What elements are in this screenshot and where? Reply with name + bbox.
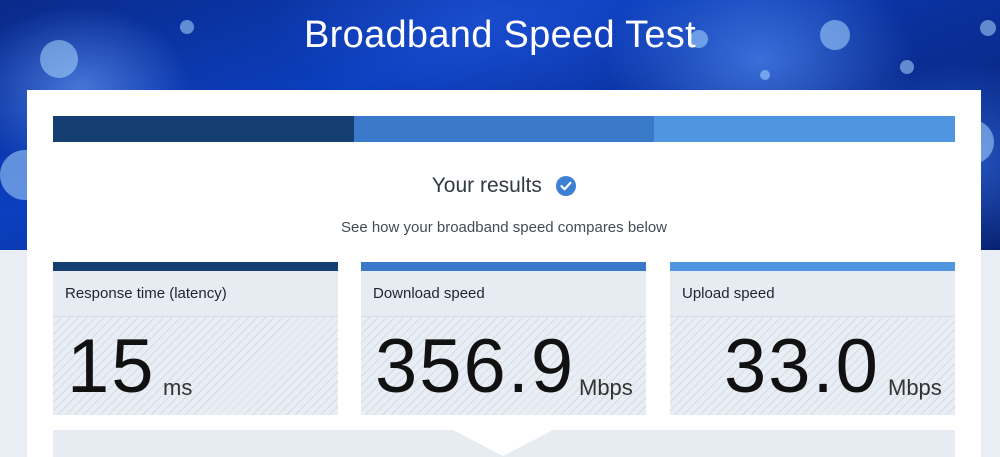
metric-label: Upload speed: [670, 271, 955, 317]
progress-segment-download: [353, 116, 655, 142]
metric-unit: ms: [163, 375, 193, 400]
metric-value: 15: [67, 324, 156, 409]
metric-color-bar: [670, 262, 955, 271]
metric-label: Download speed: [361, 271, 646, 317]
progress-segment-upload: [654, 116, 956, 142]
metric-value-area: 356.9 Mbps: [361, 317, 646, 415]
results-heading: Your results: [27, 174, 981, 198]
metric-value: 33.0: [724, 324, 880, 409]
bokeh-light: [900, 60, 914, 74]
metric-value: 356.9: [375, 324, 576, 409]
results-subtitle: See how your broadband speed compares be…: [340, 219, 668, 236]
comparison-pointer: [453, 430, 553, 456]
metric-value-area: 15 ms: [53, 317, 338, 415]
bokeh-light: [760, 70, 770, 80]
progress-bar: [53, 116, 956, 142]
metric-card-upload: Upload speed 33.0 Mbps: [670, 262, 955, 415]
metric-card-download: Download speed 356.9 Mbps: [361, 262, 646, 415]
results-title: Your results: [431, 174, 542, 197]
check-circle-icon: [556, 176, 577, 196]
results-card: Your results See how your broadband spee…: [27, 90, 981, 457]
metric-color-bar: [361, 262, 646, 271]
metric-unit: Mbps: [579, 375, 633, 400]
metric-label: Response time (latency): [53, 271, 338, 317]
metric-unit: Mbps: [888, 375, 942, 400]
page-title: Broadband Speed Test: [304, 14, 696, 56]
metric-color-bar: [53, 262, 338, 271]
metric-value-area: 33.0 Mbps: [670, 317, 955, 415]
progress-segment-latency: [53, 116, 354, 142]
metric-card-latency: Response time (latency) 15 ms: [53, 262, 338, 415]
